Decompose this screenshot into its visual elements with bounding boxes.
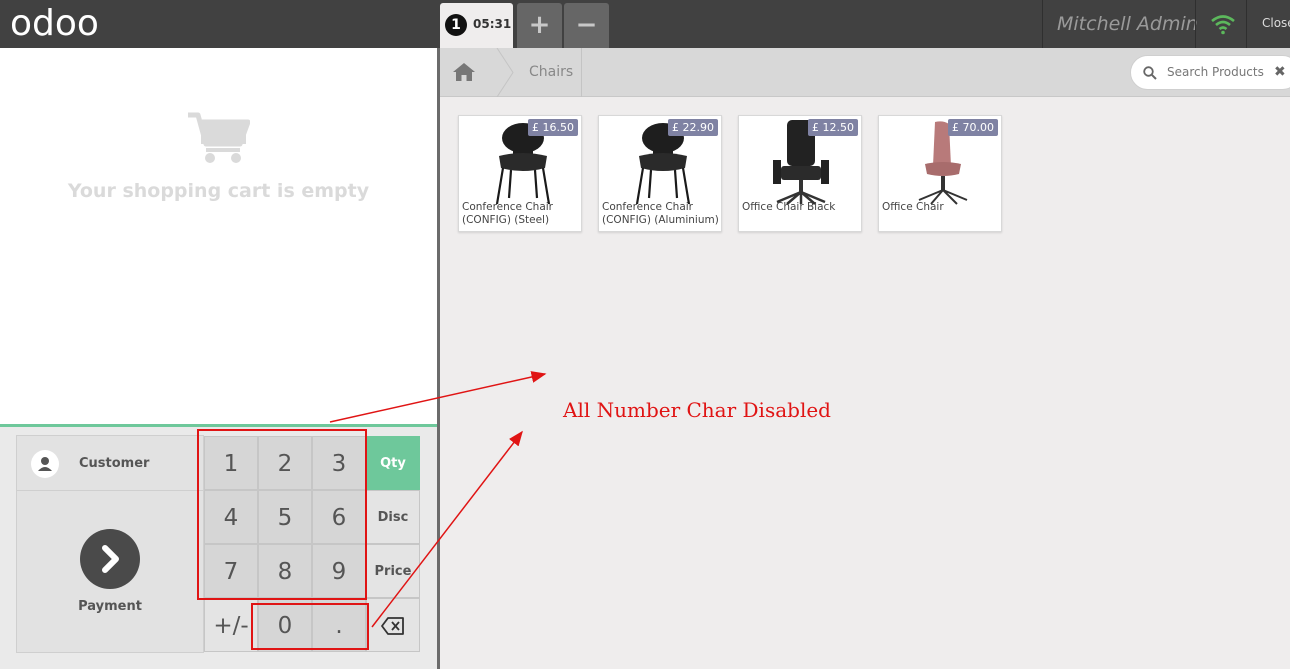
- divider: [1195, 0, 1196, 48]
- payment-label: Payment: [78, 599, 142, 614]
- divider: [1042, 0, 1043, 48]
- product-card[interactable]: £ 22.90 Conference Chair (CONFIG) (Alumi…: [598, 115, 722, 232]
- highlight-box-digits: [197, 429, 367, 600]
- breadcrumb-category[interactable]: Chairs: [529, 64, 573, 80]
- product-card[interactable]: £ 16.50 Conference Chair (CONFIG) (Steel…: [458, 115, 582, 232]
- pane-divider: [437, 48, 440, 669]
- order-number-badge: 1: [445, 14, 467, 36]
- divider: [1246, 0, 1247, 48]
- remove-order-button[interactable]: −: [564, 3, 609, 48]
- clear-search-icon[interactable]: ✖: [1274, 64, 1286, 80]
- product-card[interactable]: £ 12.50 Office Chair Black: [738, 115, 862, 232]
- backspace-icon: [381, 617, 404, 635]
- price-tag: £ 22.90: [668, 119, 718, 136]
- highlight-box-zero-dot: [251, 603, 369, 650]
- product-name: Office Chair Black: [742, 201, 836, 213]
- backspace-key[interactable]: [366, 598, 420, 652]
- product-name: Conference Chair (CONFIG) (Aluminium): [602, 201, 719, 226]
- user-name[interactable]: Mitchell Admin: [1057, 13, 1198, 35]
- numpad-sign-key[interactable]: +/-: [204, 598, 258, 652]
- user-icon: [38, 457, 52, 471]
- mode-qty-button[interactable]: Qty: [366, 436, 420, 490]
- wifi-icon[interactable]: [1210, 12, 1236, 36]
- price-tag: £ 12.50: [808, 119, 858, 136]
- chevron-right-icon: [496, 48, 514, 97]
- close-button[interactable]: Close: [1262, 16, 1290, 30]
- search-icon: [1143, 66, 1157, 80]
- annotation-text: All Number Char Disabled: [563, 398, 831, 422]
- top-bar: odoo 1 05:31 + − Mitchell Admin Close: [0, 0, 1290, 48]
- payment-button[interactable]: Payment: [17, 492, 203, 653]
- odoo-logo: odoo: [10, 3, 99, 44]
- add-order-button[interactable]: +: [517, 3, 562, 48]
- divider: [581, 48, 582, 97]
- order-tab[interactable]: 1 05:31: [440, 3, 513, 48]
- avatar: [31, 450, 59, 478]
- customer-button[interactable]: Customer: [17, 436, 203, 491]
- mode-disc-button[interactable]: Disc: [366, 490, 420, 544]
- customer-label: Customer: [79, 456, 150, 471]
- mode-price-button[interactable]: Price: [366, 544, 420, 598]
- breadcrumb: Chairs ✖: [440, 48, 1290, 97]
- empty-cart-message: Your shopping cart is empty: [67, 180, 370, 202]
- product-name: Conference Chair (CONFIG) (Steel): [462, 201, 553, 226]
- home-icon[interactable]: [452, 62, 476, 82]
- price-tag: £ 70.00: [948, 119, 998, 136]
- search-box: ✖: [1130, 55, 1290, 90]
- chevron-right-icon: [80, 529, 140, 589]
- product-name: Office Chair: [882, 201, 944, 213]
- search-input[interactable]: [1167, 65, 1267, 79]
- product-card[interactable]: £ 70.00 Office Chair: [878, 115, 1002, 232]
- order-time: 05:31: [473, 17, 512, 31]
- action-block: Customer Payment: [16, 435, 204, 653]
- shopping-cart-icon: [188, 112, 250, 163]
- price-tag: £ 16.50: [528, 119, 578, 136]
